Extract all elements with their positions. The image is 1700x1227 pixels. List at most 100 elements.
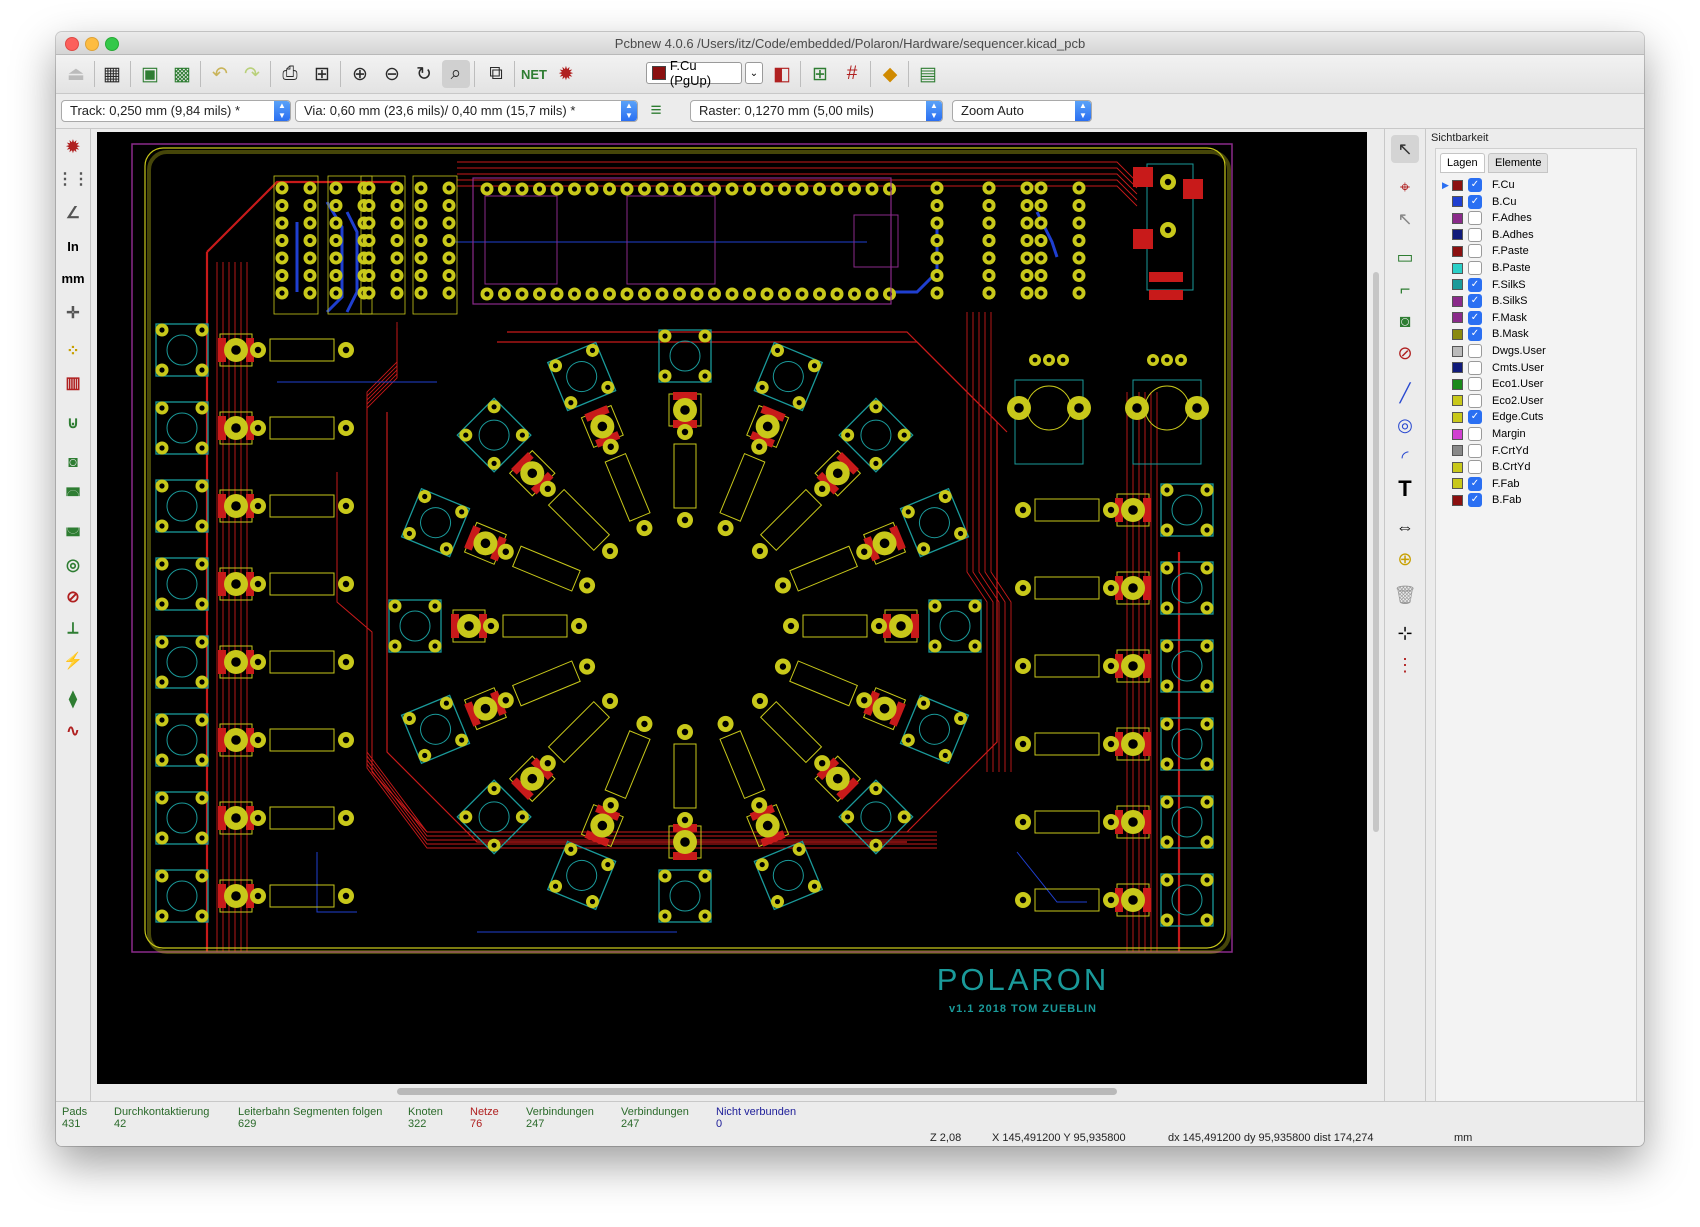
layer-visibility-checkbox[interactable]: ✓ xyxy=(1468,178,1482,192)
new-board-icon[interactable]: ⏏ xyxy=(62,60,90,88)
layer-row[interactable]: Dwgs.User xyxy=(1442,343,1632,359)
zone-sketch-icon[interactable]: ◛ xyxy=(59,513,87,541)
layer-color-swatch[interactable] xyxy=(1452,262,1463,274)
layer-visibility-checkbox[interactable] xyxy=(1468,460,1482,475)
cursor-shape-icon[interactable]: ✛ xyxy=(59,299,87,327)
add-target-icon[interactable]: ⊕ xyxy=(1391,545,1419,573)
polar-coords-icon[interactable]: ∠ xyxy=(59,199,87,227)
auto-track-width-icon[interactable]: ≡ xyxy=(642,97,670,125)
layer-visibility-checkbox[interactable] xyxy=(1468,244,1482,259)
tab-layers[interactable]: Lagen xyxy=(1440,153,1485,173)
layer-visibility-checkbox[interactable] xyxy=(1468,344,1482,358)
add-footprint-icon[interactable]: ▭ xyxy=(1391,243,1419,271)
layer-color-swatch[interactable] xyxy=(1452,245,1463,257)
netlist-icon[interactable]: NET xyxy=(520,60,548,88)
layer-visibility-checkbox[interactable] xyxy=(1468,261,1482,275)
grid-select[interactable]: Raster: 0,1270 mm (5,00 mils) ▲ ▼ xyxy=(690,100,943,122)
layer-visibility-checkbox[interactable] xyxy=(1468,227,1482,242)
add-text-icon[interactable]: T xyxy=(1391,475,1419,503)
layer-row[interactable]: ✓ F.Fab xyxy=(1442,476,1632,492)
layer-visibility-checkbox[interactable] xyxy=(1468,211,1482,226)
vertical-scrollbar[interactable] xyxy=(1370,132,1382,1094)
find-icon[interactable]: ⧉ xyxy=(482,60,510,88)
layers-manager-icon[interactable]: ⧫ xyxy=(59,685,87,713)
add-dimension-icon[interactable]: ⇔ xyxy=(1391,513,1419,541)
horizontal-scroll-thumb[interactable] xyxy=(397,1088,1117,1095)
layer-visibility-checkbox[interactable]: ✓ xyxy=(1468,410,1482,425)
microwave-tools-icon[interactable]: ∿ xyxy=(59,717,87,745)
units-mm-button[interactable]: mm xyxy=(59,264,87,292)
layer-row[interactable]: ✓ F.Mask xyxy=(1442,310,1632,326)
layer-row[interactable]: ✓ F.SilkS xyxy=(1442,277,1632,293)
print-icon[interactable]: ⎙ xyxy=(276,60,304,88)
layer-row[interactable]: Margin xyxy=(1442,426,1632,442)
layer-visibility-checkbox[interactable] xyxy=(1468,393,1482,408)
layer-color-swatch[interactable] xyxy=(1452,229,1463,241)
keepout-area-icon[interactable]: ⊘ xyxy=(1391,339,1419,367)
track-mode-icon[interactable]: # xyxy=(838,60,866,88)
layer-color-swatch[interactable] xyxy=(1452,295,1463,307)
add-circle-icon[interactable]: ◎ xyxy=(1391,411,1419,439)
track-width-select[interactable]: Track: 0,250 mm (9,84 mils) * ▲ ▼ xyxy=(61,100,291,122)
layer-color-swatch[interactable] xyxy=(1452,445,1463,457)
add-line-icon[interactable]: ╱ xyxy=(1391,379,1419,407)
footprint-editor-icon[interactable]: ▩ xyxy=(168,60,196,88)
zoom-fit-icon[interactable]: ⌕ xyxy=(442,60,470,88)
plot-icon[interactable]: ⊞ xyxy=(308,60,336,88)
layer-row[interactable]: ✓ Edge.Cuts xyxy=(1442,409,1632,425)
layer-row[interactable]: ✓ B.Mask xyxy=(1442,326,1632,342)
via-sketch-icon[interactable]: ⊘ xyxy=(59,583,87,611)
page-settings-icon[interactable]: ▦ xyxy=(98,60,126,88)
route-track-icon[interactable]: ⌐ xyxy=(1391,275,1419,303)
layer-row[interactable]: ✓ B.Fab xyxy=(1442,492,1632,508)
drc-icon[interactable]: ✹ xyxy=(552,60,580,88)
layer-visibility-checkbox[interactable]: ✓ xyxy=(1468,493,1482,508)
zoom-out-icon[interactable]: ⊖ xyxy=(378,60,406,88)
layer-color-swatch[interactable] xyxy=(1452,279,1463,291)
layer-row[interactable]: ✓ B.Cu xyxy=(1442,194,1632,210)
layer-visibility-checkbox[interactable] xyxy=(1468,360,1482,375)
layer-color-swatch[interactable] xyxy=(1452,378,1463,390)
layer-row[interactable]: ✓ B.SilkS xyxy=(1442,293,1632,309)
highlight-net-icon[interactable]: ⌖ xyxy=(1391,173,1419,201)
grid-toggle-icon[interactable]: ⋮⋮ xyxy=(57,165,89,193)
redo-icon[interactable]: ↷ xyxy=(238,60,266,88)
python-console-icon[interactable]: ▤ xyxy=(914,60,942,88)
zone-outline-icon[interactable]: ◚ xyxy=(59,481,87,509)
ratsnest-icon[interactable]: ⁘ xyxy=(59,337,87,365)
set-origin-icon[interactable]: ⊹ xyxy=(1391,619,1419,647)
drc-off-icon[interactable]: ✹ xyxy=(59,133,87,161)
layer-visibility-checkbox[interactable]: ✓ xyxy=(1468,327,1482,342)
layer-color-swatch[interactable] xyxy=(1452,494,1463,506)
high-contrast-icon[interactable]: ⚡ xyxy=(59,647,87,675)
layer-visibility-checkbox[interactable] xyxy=(1468,427,1482,441)
layer-color-swatch[interactable] xyxy=(1452,312,1463,324)
layer-visibility-checkbox[interactable]: ✓ xyxy=(1468,476,1482,491)
layer-color-swatch[interactable] xyxy=(1452,212,1463,224)
layer-color-swatch[interactable] xyxy=(1452,461,1463,473)
layer-color-swatch[interactable] xyxy=(1452,328,1463,340)
local-ratsnest-icon[interactable]: ↖ xyxy=(1391,205,1419,233)
delete-icon[interactable]: 🗑 xyxy=(1391,581,1419,609)
horizontal-scrollbar[interactable] xyxy=(97,1084,1367,1100)
redraw-icon[interactable]: ↻ xyxy=(410,60,438,88)
auto-delete-track-icon[interactable]: ⊍ xyxy=(59,409,87,437)
layer-row[interactable]: B.Paste xyxy=(1442,260,1632,276)
layer-color-swatch[interactable] xyxy=(1452,362,1463,374)
layer-visibility-checkbox[interactable] xyxy=(1468,377,1482,392)
layer-visibility-checkbox[interactable] xyxy=(1468,443,1482,458)
layer-row[interactable]: Eco2.User xyxy=(1442,393,1632,409)
layer-row[interactable]: Cmts.User xyxy=(1442,360,1632,376)
vertical-scroll-thumb[interactable] xyxy=(1373,272,1379,832)
select-arrow-icon[interactable]: ↖ xyxy=(1391,135,1419,163)
track-sketch-icon[interactable]: ⟂ xyxy=(59,615,87,643)
layer-pair-icon[interactable]: ◧ xyxy=(768,60,796,88)
layer-color-swatch[interactable] xyxy=(1452,411,1463,423)
schematic-editor-icon[interactable]: ▣ xyxy=(136,60,164,88)
layer-row[interactable]: F.CrtYd xyxy=(1442,443,1632,459)
layer-row[interactable]: B.CrtYd xyxy=(1442,459,1632,475)
layer-select-dropdown-icon[interactable]: ⌄ xyxy=(745,62,763,84)
layer-row[interactable]: F.Adhes xyxy=(1442,210,1632,226)
tab-elements[interactable]: Elemente xyxy=(1488,153,1549,173)
zoom-in-icon[interactable]: ⊕ xyxy=(346,60,374,88)
